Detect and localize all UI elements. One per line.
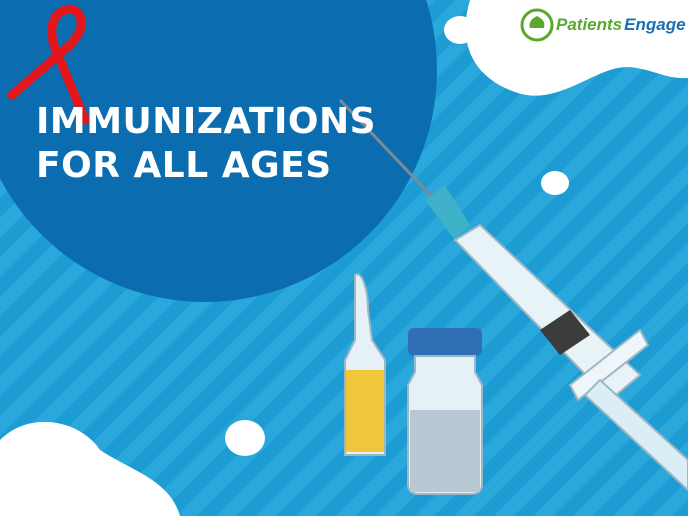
white-blob-bottom-left bbox=[0, 421, 180, 516]
logo-text-patients: Patients bbox=[556, 15, 623, 34]
white-dot bbox=[444, 16, 476, 44]
page-title: IMMUNIZATIONS FOR ALL AGES bbox=[36, 100, 376, 188]
vial-icon bbox=[407, 328, 483, 495]
illustration bbox=[0, 0, 688, 516]
leaf-hand-icon bbox=[520, 8, 554, 42]
white-dot bbox=[541, 171, 569, 195]
title-line-2: FOR ALL AGES bbox=[36, 145, 332, 186]
ampoule-icon bbox=[344, 273, 386, 456]
title-line-1: IMMUNIZATIONS bbox=[36, 101, 377, 142]
white-dot bbox=[225, 420, 265, 456]
patientsengage-logo: Patients Engage bbox=[520, 8, 686, 42]
logo-text-engage: Engage bbox=[624, 15, 686, 34]
